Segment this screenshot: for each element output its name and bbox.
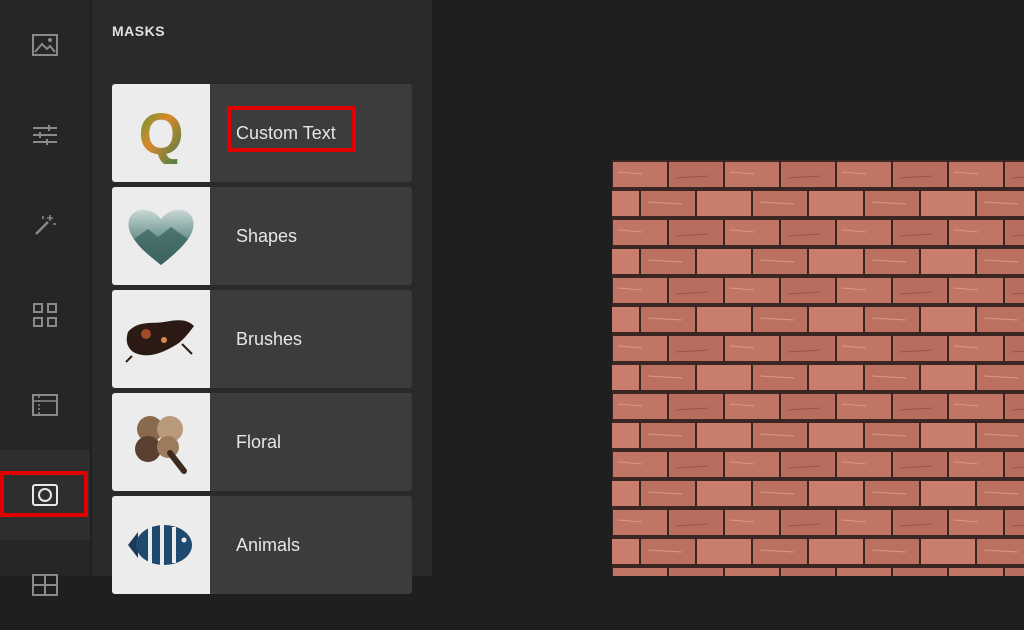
grid-tool-button[interactable] (0, 270, 90, 360)
clover-thumbnail (112, 393, 210, 491)
tool-rail (0, 0, 90, 596)
layout-tool-button[interactable] (0, 540, 90, 630)
mask-item-animals[interactable]: Animals (112, 496, 412, 594)
canvas-area[interactable] (432, 0, 1024, 576)
mask-item-brushes[interactable]: Brushes (112, 290, 412, 388)
texture-icon (32, 394, 58, 416)
svg-text:Q: Q (138, 102, 183, 164)
image-tool-button[interactable] (0, 0, 90, 90)
heart-thumbnail (112, 187, 210, 285)
grid-icon (33, 303, 57, 327)
letter-q-thumbnail: Q (112, 84, 210, 182)
texture-tool-button[interactable] (0, 360, 90, 450)
mask-item-shapes[interactable]: Shapes (112, 187, 412, 285)
fish-thumbnail (112, 496, 210, 594)
magic-wand-icon (33, 213, 57, 237)
adjust-tool-button[interactable] (0, 90, 90, 180)
mask-item-floral[interactable]: Floral (112, 393, 412, 491)
mask-item-label: Animals (236, 535, 301, 555)
layout-icon (32, 574, 58, 596)
brush-stroke-thumbnail (112, 290, 210, 388)
sliders-icon (32, 124, 58, 146)
masks-panel: MASKS Q Custom Text Shapes Brushes Flora… (92, 0, 432, 594)
masks-tool-button[interactable] (0, 450, 90, 540)
image-icon (32, 34, 58, 56)
mask-item-label: Brushes (236, 329, 303, 349)
mask-icon (32, 484, 58, 506)
effects-tool-button[interactable] (0, 180, 90, 270)
mask-item-label: Custom Text (236, 123, 336, 143)
mask-item-custom-text[interactable]: Q Custom Text (112, 84, 412, 182)
mask-item-label: Floral (236, 432, 282, 452)
brick-wall-image (612, 160, 1024, 576)
panel-title: MASKS (112, 23, 166, 39)
mask-item-label: Shapes (236, 226, 298, 246)
